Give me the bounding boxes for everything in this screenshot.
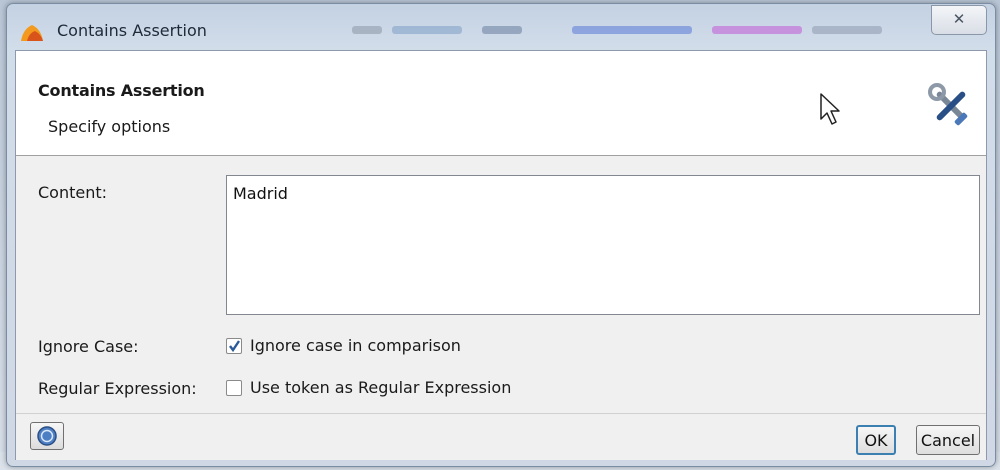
regex-option-label[interactable]: Use token as Regular Expression	[250, 378, 511, 397]
dialog-client-area: Contains Assertion Specify options Conte…	[15, 50, 987, 460]
close-button[interactable]: ✕	[931, 5, 987, 35]
background-blurred-toolbar	[332, 14, 892, 44]
ok-button[interactable]: OK	[856, 425, 896, 455]
cancel-button[interactable]: Cancel	[916, 425, 980, 455]
ignore-case-label: Ignore Case:	[38, 337, 139, 356]
app-logo-icon	[21, 25, 43, 41]
ignore-case-row[interactable]: Ignore case in comparison	[226, 336, 461, 355]
header-subtitle: Specify options	[48, 117, 171, 136]
tools-icon	[928, 83, 968, 126]
help-button[interactable]	[30, 422, 64, 450]
regex-row[interactable]: Use token as Regular Expression	[226, 378, 511, 397]
regex-checkbox[interactable]	[226, 379, 242, 396]
window-title: Contains Assertion	[57, 21, 207, 40]
dialog-header: Contains Assertion Specify options	[16, 51, 986, 156]
checkmark-icon	[229, 339, 240, 352]
dialog-window: Contains Assertion ✕ Contains Assertion …	[6, 3, 996, 467]
ignore-case-option-label[interactable]: Ignore case in comparison	[250, 336, 461, 355]
content-label: Content:	[38, 183, 108, 202]
ignore-case-checkbox[interactable]	[226, 337, 242, 354]
title-bar[interactable]: Contains Assertion ✕	[7, 4, 995, 50]
help-icon	[37, 426, 57, 446]
header-title: Contains Assertion	[38, 81, 205, 100]
dialog-footer: OK Cancel	[16, 413, 986, 460]
regex-label: Regular Expression:	[38, 379, 197, 398]
mouse-cursor-icon	[820, 93, 840, 125]
content-textarea[interactable]: Madrid	[226, 175, 980, 315]
